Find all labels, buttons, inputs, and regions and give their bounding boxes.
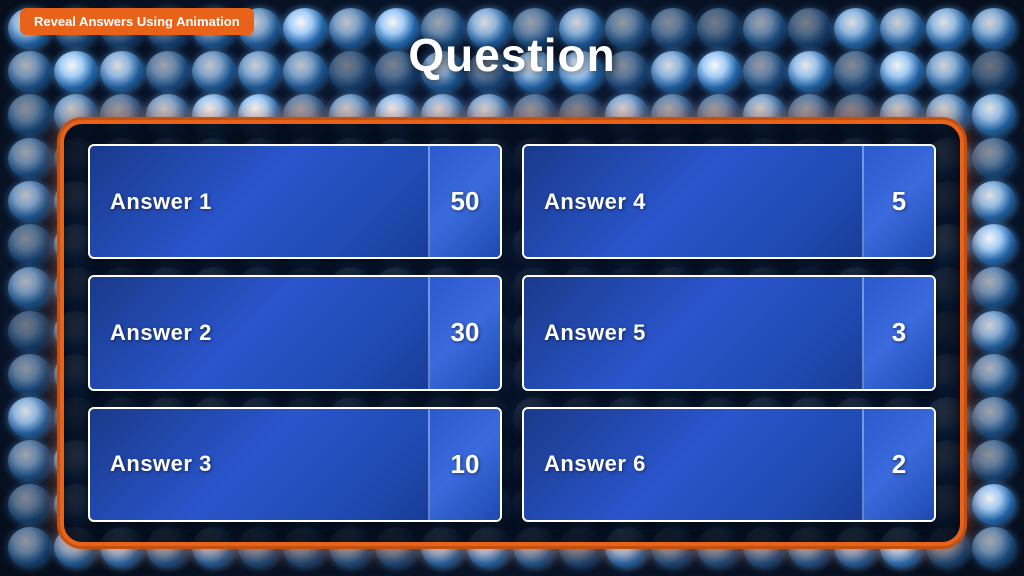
light-dot (8, 311, 52, 352)
answer-label-1: Answer 1 (90, 146, 428, 257)
answer-score-6: 2 (862, 409, 934, 520)
light-dot (8, 484, 52, 525)
light-dot (972, 267, 1016, 308)
light-dot (972, 527, 1016, 568)
answer-row-2: Answer 230 (88, 275, 502, 390)
light-dot (972, 138, 1016, 179)
answer-label-3: Answer 3 (90, 409, 428, 520)
light-dot (8, 181, 52, 222)
answer-label-6: Answer 6 (524, 409, 862, 520)
light-dot (972, 484, 1016, 525)
light-dot (972, 354, 1016, 395)
light-dot (8, 440, 52, 481)
light-dot (972, 224, 1016, 265)
answers-board: Answer 150Answer 45Answer 230Answer 53An… (60, 120, 964, 546)
light-dot (972, 181, 1016, 222)
answer-label-2: Answer 2 (90, 277, 428, 388)
light-dot (8, 94, 52, 135)
answer-label-4: Answer 4 (524, 146, 862, 257)
light-dot (972, 94, 1016, 135)
light-dot (8, 267, 52, 308)
answer-score-3: 10 (428, 409, 500, 520)
answer-label-5: Answer 5 (524, 277, 862, 388)
answer-row-4: Answer 45 (522, 144, 936, 259)
light-dot (972, 311, 1016, 352)
answer-row-3: Answer 310 (88, 407, 502, 522)
light-dot (8, 138, 52, 179)
answer-row-5: Answer 53 (522, 275, 936, 390)
answer-score-1: 50 (428, 146, 500, 257)
light-dot (8, 527, 52, 568)
light-dot (972, 440, 1016, 481)
light-dot (8, 224, 52, 265)
answer-score-2: 30 (428, 277, 500, 388)
answer-score-4: 5 (862, 146, 934, 257)
light-dot (8, 354, 52, 395)
answer-score-5: 3 (862, 277, 934, 388)
answer-row-6: Answer 62 (522, 407, 936, 522)
light-dot (972, 397, 1016, 438)
answer-row-1: Answer 150 (88, 144, 502, 259)
page-title: Question (0, 28, 1024, 82)
light-dot (8, 397, 52, 438)
